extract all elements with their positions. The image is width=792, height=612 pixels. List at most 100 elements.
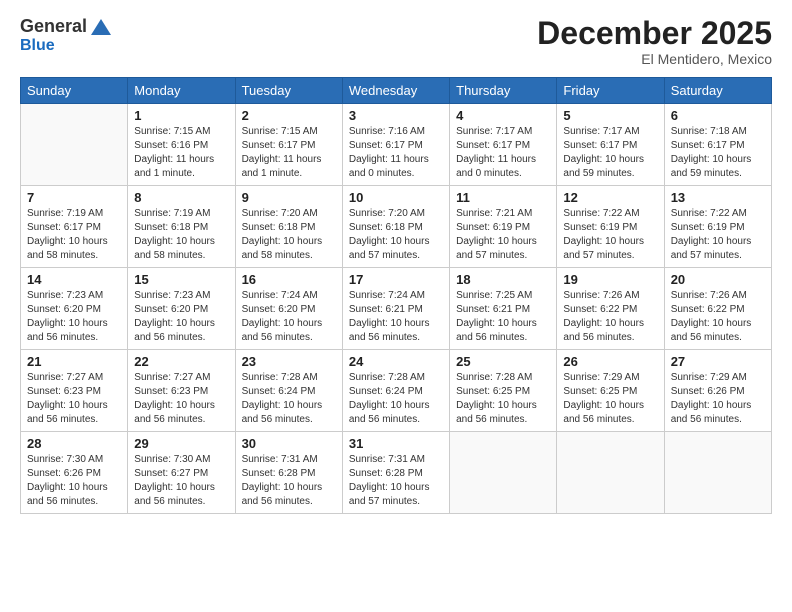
logo: General Blue [20,16,113,55]
day-cell: 19Sunrise: 7:26 AMSunset: 6:22 PMDayligh… [557,268,664,350]
day-number: 19 [563,272,657,287]
day-info: Sunrise: 7:31 AMSunset: 6:28 PMDaylight:… [349,453,443,509]
day-info: Sunrise: 7:31 AMSunset: 6:28 PMDaylight:… [242,453,336,509]
day-cell [557,432,664,514]
day-number: 1 [134,108,228,123]
day-info: Sunrise: 7:24 AMSunset: 6:20 PMDaylight:… [242,289,336,345]
day-number: 11 [456,190,550,205]
day-cell: 24 Sunrise: 7:28 AMSunset: 6:24 PMDayligh… [342,350,449,432]
day-number: 24 [349,354,443,369]
header-friday: Friday [557,78,664,104]
day-cell: 27 Sunrise: 7:29 AMSunset: 6:26 PMDayligh… [664,350,771,432]
day-cell: 4Sunrise: 7:17 AMSunset: 6:17 PMDaylight… [450,104,557,186]
week-row-5: 28 Sunrise: 7:30 AMSunset: 6:26 PMDayligh… [21,432,772,514]
day-info: Sunrise: 7:30 AMSunset: 6:26 PMDaylight:… [27,453,121,509]
day-info: Sunrise: 7:26 AMSunset: 6:22 PMDaylight:… [671,289,765,345]
day-cell: 3Sunrise: 7:16 AMSunset: 6:17 PMDaylight… [342,104,449,186]
day-cell: 8 Sunrise: 7:19 AMSunset: 6:18 PMDaylight… [128,186,235,268]
day-info: Sunrise: 7:19 AMSunset: 6:17 PMDaylight:… [27,207,121,263]
day-number: 5 [563,108,657,123]
day-number: 27 [671,354,765,369]
day-number: 23 [242,354,336,369]
day-cell: 31Sunrise: 7:31 AMSunset: 6:28 PMDayligh… [342,432,449,514]
day-info: Sunrise: 7:29 AMSunset: 6:25 PMDaylight:… [563,371,657,427]
day-info: Sunrise: 7:24 AMSunset: 6:21 PMDaylight:… [349,289,443,345]
day-cell [450,432,557,514]
day-cell: 10 Sunrise: 7:20 AMSunset: 6:18 PMDayligh… [342,186,449,268]
day-number: 25 [456,354,550,369]
day-number: 18 [456,272,550,287]
day-info: Sunrise: 7:15 AMSunset: 6:16 PMDaylight:… [134,125,228,181]
day-cell: 25 Sunrise: 7:28 AMSunset: 6:25 PMDayligh… [450,350,557,432]
day-info: Sunrise: 7:28 AMSunset: 6:24 PMDaylight:… [242,371,336,427]
day-cell: 7 Sunrise: 7:19 AMSunset: 6:17 PMDaylight… [21,186,128,268]
header-thursday: Thursday [450,78,557,104]
day-info: Sunrise: 7:30 AMSunset: 6:27 PMDaylight:… [134,453,228,509]
day-info: Sunrise: 7:16 AMSunset: 6:17 PMDaylight:… [349,125,443,181]
day-number: 7 [27,190,121,205]
day-info: Sunrise: 7:22 AMSunset: 6:19 PMDaylight:… [563,207,657,263]
calendar: Sunday Monday Tuesday Wednesday Thursday… [20,77,772,514]
day-cell: 18 Sunrise: 7:25 AMSunset: 6:21 PMDayligh… [450,268,557,350]
logo-general: General [20,16,87,37]
day-info: Sunrise: 7:19 AMSunset: 6:18 PMDaylight:… [134,207,228,263]
week-row-4: 21 Sunrise: 7:27 AMSunset: 6:23 PMDayligh… [21,350,772,432]
day-info: Sunrise: 7:21 AMSunset: 6:19 PMDaylight:… [456,207,550,263]
day-number: 29 [134,436,228,451]
day-info: Sunrise: 7:28 AMSunset: 6:24 PMDaylight:… [349,371,443,427]
logo-blue: Blue [20,37,55,54]
day-number: 6 [671,108,765,123]
week-row-3: 14Sunrise: 7:23 AMSunset: 6:20 PMDayligh… [21,268,772,350]
day-cell: 14Sunrise: 7:23 AMSunset: 6:20 PMDayligh… [21,268,128,350]
day-cell: 26Sunrise: 7:29 AMSunset: 6:25 PMDayligh… [557,350,664,432]
logo-icon [89,17,113,37]
day-number: 28 [27,436,121,451]
day-cell: 29 Sunrise: 7:30 AMSunset: 6:27 PMDayligh… [128,432,235,514]
day-cell: 1 Sunrise: 7:15 AMSunset: 6:16 PMDaylight… [128,104,235,186]
day-info: Sunrise: 7:28 AMSunset: 6:25 PMDaylight:… [456,371,550,427]
day-cell: 12Sunrise: 7:22 AMSunset: 6:19 PMDayligh… [557,186,664,268]
day-info: Sunrise: 7:29 AMSunset: 6:26 PMDaylight:… [671,371,765,427]
day-info: Sunrise: 7:23 AMSunset: 6:20 PMDaylight:… [27,289,121,345]
day-info: Sunrise: 7:20 AMSunset: 6:18 PMDaylight:… [349,207,443,263]
day-cell: 28 Sunrise: 7:30 AMSunset: 6:26 PMDayligh… [21,432,128,514]
header-sunday: Sunday [21,78,128,104]
day-cell: 15 Sunrise: 7:23 AMSunset: 6:20 PMDayligh… [128,268,235,350]
day-number: 8 [134,190,228,205]
day-number: 15 [134,272,228,287]
day-cell: 20 Sunrise: 7:26 AMSunset: 6:22 PMDayligh… [664,268,771,350]
day-info: Sunrise: 7:23 AMSunset: 6:20 PMDaylight:… [134,289,228,345]
location: El Mentidero, Mexico [537,51,772,67]
day-cell: 30Sunrise: 7:31 AMSunset: 6:28 PMDayligh… [235,432,342,514]
weekday-header-row: Sunday Monday Tuesday Wednesday Thursday… [21,78,772,104]
day-number: 20 [671,272,765,287]
header-monday: Monday [128,78,235,104]
day-info: Sunrise: 7:20 AMSunset: 6:18 PMDaylight:… [242,207,336,263]
day-cell: 17 Sunrise: 7:24 AMSunset: 6:21 PMDayligh… [342,268,449,350]
week-row-1: 1 Sunrise: 7:15 AMSunset: 6:16 PMDaylight… [21,104,772,186]
day-number: 10 [349,190,443,205]
day-number: 2 [242,108,336,123]
day-cell: 6Sunrise: 7:18 AMSunset: 6:17 PMDaylight… [664,104,771,186]
page: General Blue December 2025 El Mentidero,… [0,0,792,612]
header-saturday: Saturday [664,78,771,104]
day-number: 17 [349,272,443,287]
day-info: Sunrise: 7:22 AMSunset: 6:19 PMDaylight:… [671,207,765,263]
month-title: December 2025 [537,16,772,51]
day-cell [21,104,128,186]
header-tuesday: Tuesday [235,78,342,104]
title-section: December 2025 El Mentidero, Mexico [537,16,772,67]
day-info: Sunrise: 7:17 AMSunset: 6:17 PMDaylight:… [563,125,657,181]
day-cell [664,432,771,514]
day-info: Sunrise: 7:27 AMSunset: 6:23 PMDaylight:… [27,371,121,427]
day-info: Sunrise: 7:25 AMSunset: 6:21 PMDaylight:… [456,289,550,345]
day-number: 9 [242,190,336,205]
week-row-2: 7 Sunrise: 7:19 AMSunset: 6:17 PMDaylight… [21,186,772,268]
day-info: Sunrise: 7:17 AMSunset: 6:17 PMDaylight:… [456,125,550,181]
day-number: 21 [27,354,121,369]
day-cell: 23 Sunrise: 7:28 AMSunset: 6:24 PMDayligh… [235,350,342,432]
day-cell: 22Sunrise: 7:27 AMSunset: 6:23 PMDayligh… [128,350,235,432]
day-cell: 21 Sunrise: 7:27 AMSunset: 6:23 PMDayligh… [21,350,128,432]
day-info: Sunrise: 7:15 AMSunset: 6:17 PMDaylight:… [242,125,336,181]
day-cell: 9 Sunrise: 7:20 AMSunset: 6:18 PMDaylight… [235,186,342,268]
